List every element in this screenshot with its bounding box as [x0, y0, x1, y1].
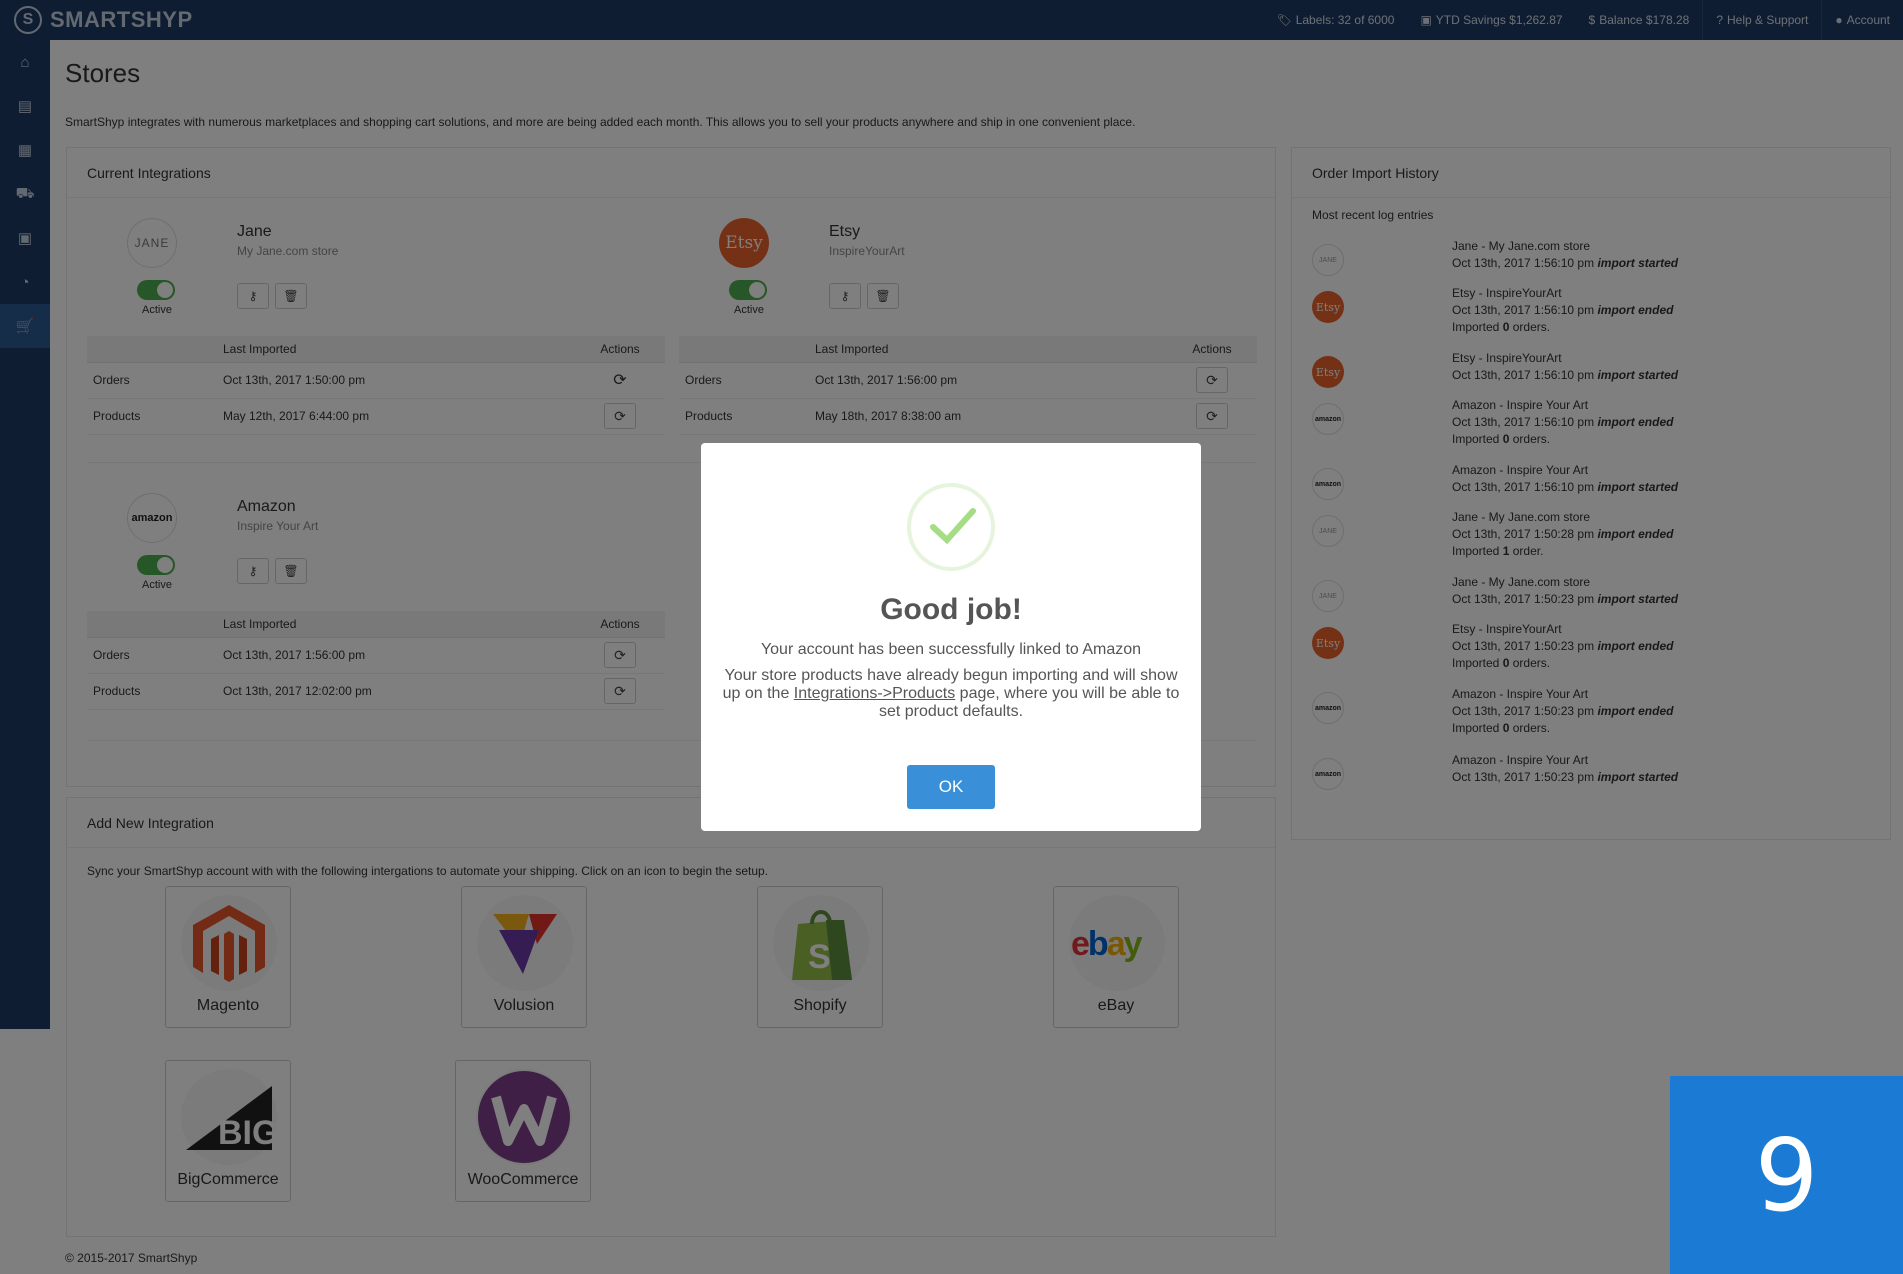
ok-button[interactable]: OK: [907, 765, 995, 809]
dialog-detail: Your store products have already begun i…: [721, 667, 1181, 721]
success-dialog: Good job! Your account has been successf…: [701, 443, 1201, 831]
dialog-title: Good job!: [880, 593, 1022, 626]
integrations-products-link[interactable]: Integrations->Products: [794, 685, 955, 702]
step-number-badge: 9: [1670, 1076, 1903, 1274]
success-check-icon: [907, 483, 995, 571]
dialog-message: Your account has been successfully linke…: [760, 641, 1142, 658]
